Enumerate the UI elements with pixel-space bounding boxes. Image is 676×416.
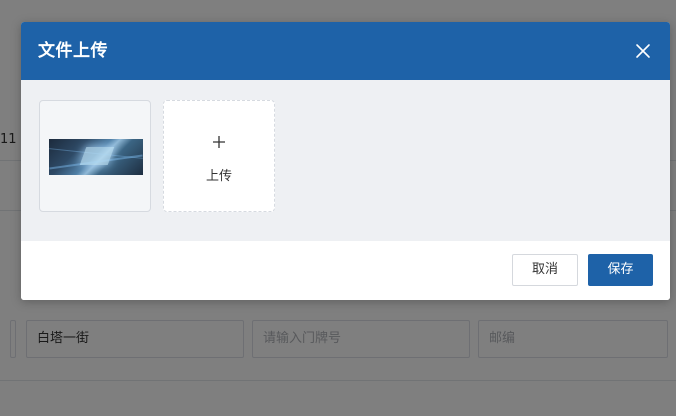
dialog-footer: 取消 保存 bbox=[21, 241, 670, 300]
upload-button[interactable]: 上传 bbox=[163, 100, 275, 212]
cancel-button[interactable]: 取消 bbox=[512, 254, 578, 286]
upload-label: 上传 bbox=[205, 169, 232, 184]
dialog-title: 文件上传 bbox=[38, 41, 108, 61]
save-button[interactable]: 保存 bbox=[588, 254, 653, 286]
dialog-header: 文件上传 bbox=[21, 22, 670, 80]
plus-icon bbox=[212, 134, 226, 148]
close-icon[interactable] bbox=[634, 42, 652, 60]
file-upload-dialog: 文件上传 上传 取消 保存 bbox=[21, 22, 670, 300]
dialog-body: 上传 bbox=[21, 80, 670, 241]
uploaded-file-thumbnail[interactable] bbox=[39, 100, 151, 212]
thumbnail-image bbox=[49, 139, 143, 175]
